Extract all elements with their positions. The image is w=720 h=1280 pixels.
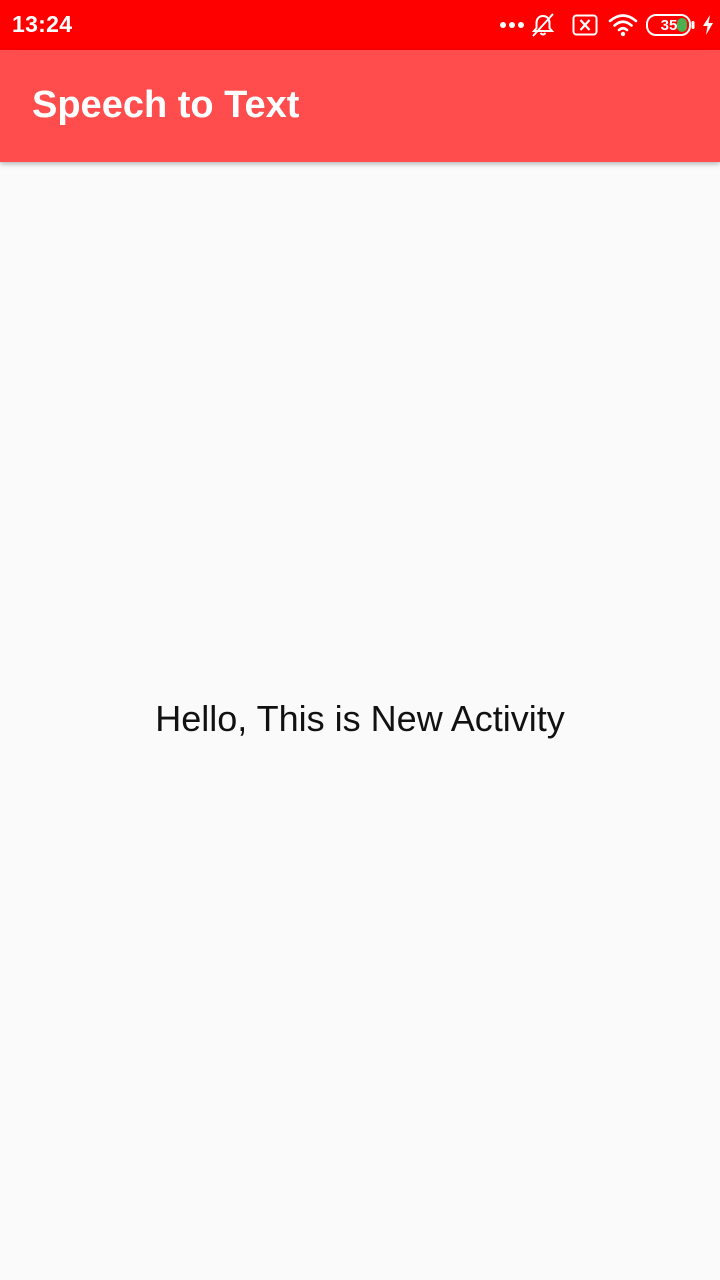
main-content: Hello, This is New Activity <box>0 162 720 1280</box>
sim-x-icon <box>572 14 598 36</box>
status-icons: 35 <box>500 10 714 40</box>
wifi-icon <box>608 13 638 37</box>
status-bar: 13:24 35 <box>0 0 720 50</box>
status-time: 13:24 <box>12 11 73 37</box>
app-bar: Speech to Text <box>0 50 720 162</box>
activity-message: Hello, This is New Activity <box>155 698 565 739</box>
notifications-off-icon <box>530 12 556 38</box>
charging-bolt-icon <box>702 15 714 35</box>
battery-level: 35 <box>660 16 678 34</box>
more-dots-icon <box>500 21 524 29</box>
battery-indicator: 35 <box>646 14 696 36</box>
app-title: Speech to Text <box>32 84 300 126</box>
